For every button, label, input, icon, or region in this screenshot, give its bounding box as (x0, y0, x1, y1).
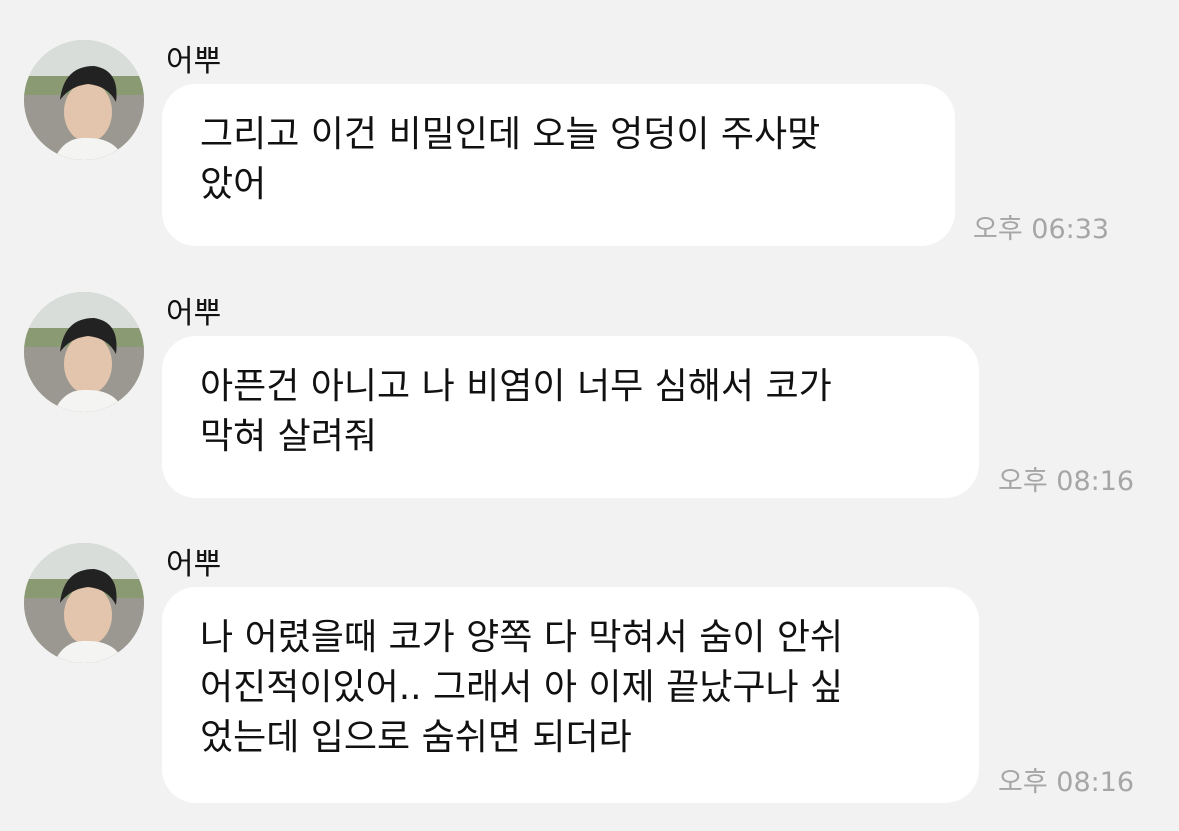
profile-photo (24, 292, 144, 412)
timestamp: 오후 08:16 (998, 466, 1135, 497)
timestamp: 오후 06:33 (973, 214, 1110, 245)
message-2: 어뿌 아픈건 아니고 나 비염이 너무 심해서 코가 막혀 살려줘 오후 08:… (0, 292, 1179, 502)
message-3: 어뿌 나 어렸을때 코가 양쪽 다 막혀서 숨이 안쉬 어진적이있어.. 그래서… (0, 543, 1179, 813)
sender-name: 어뿌 (166, 296, 222, 331)
profile-photo (24, 543, 144, 663)
profile-photo (24, 40, 144, 160)
sender-name: 어뿌 (166, 547, 222, 582)
avatar[interactable] (24, 292, 144, 412)
timestamp: 오후 08:16 (998, 767, 1135, 798)
message-1: 어뿌 그리고 이건 비밀인데 오늘 엉덩이 주사맞 았어 오후 06:33 (0, 40, 1179, 250)
avatar[interactable] (24, 40, 144, 160)
avatar[interactable] (24, 543, 144, 663)
message-bubble[interactable]: 나 어렸을때 코가 양쪽 다 막혀서 숨이 안쉬 어진적이있어.. 그래서 아 … (162, 587, 979, 803)
chat-thread: 어뿌 그리고 이건 비밀인데 오늘 엉덩이 주사맞 았어 오후 06:33 어뿌… (0, 0, 1179, 831)
sender-name: 어뿌 (166, 44, 222, 79)
message-bubble[interactable]: 아픈건 아니고 나 비염이 너무 심해서 코가 막혀 살려줘 (162, 336, 979, 498)
message-bubble[interactable]: 그리고 이건 비밀인데 오늘 엉덩이 주사맞 았어 (162, 84, 955, 246)
